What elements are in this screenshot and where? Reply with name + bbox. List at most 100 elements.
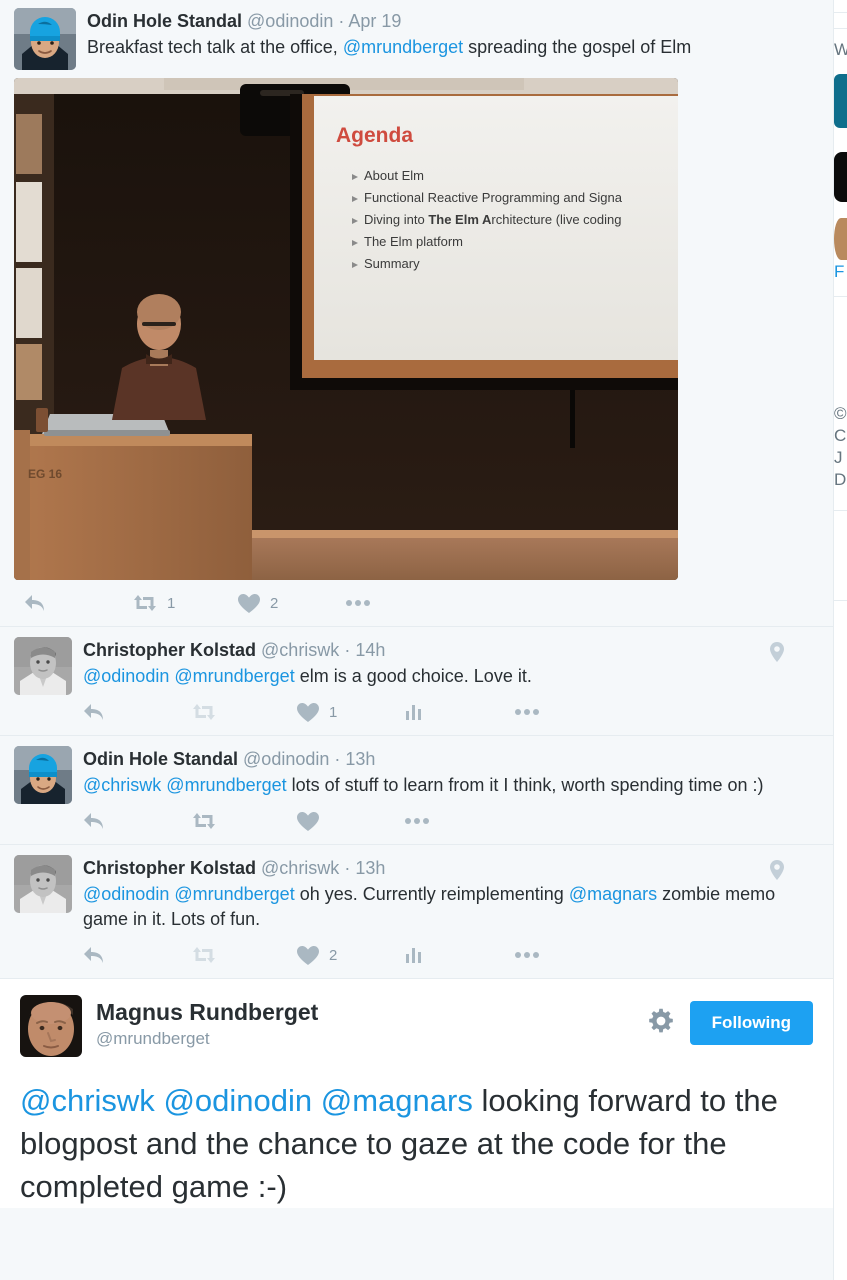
retweet-button[interactable] [191, 945, 296, 965]
author-handle[interactable]: @odinodin [243, 749, 329, 769]
sidebar-divider [834, 28, 847, 29]
header-separator: · [338, 11, 345, 31]
footer-fragment[interactable]: C [834, 426, 846, 446]
like-count: 1 [329, 703, 338, 721]
like-button[interactable]: 1 [296, 702, 404, 723]
slide-bullet: The Elm platform [364, 234, 463, 249]
tweet-actions: 1 [83, 689, 819, 735]
timestamp[interactable]: 13h [345, 749, 375, 769]
mention-link[interactable]: @chriswk [83, 775, 161, 795]
author-name[interactable]: Odin Hole Standal [87, 11, 242, 31]
heart-icon [297, 702, 319, 722]
mention-link[interactable]: @odinodin [83, 884, 169, 904]
tweet-text: @chriswk @mrundberget lots of stuff to l… [83, 775, 764, 795]
like-button[interactable]: 2 [237, 593, 345, 614]
author-handle[interactable]: @chriswk [261, 858, 339, 878]
footer-fragment: © [834, 404, 847, 423]
tweet-text: @odinodin @mrundberget elm is a good cho… [83, 666, 532, 686]
mention-link[interactable]: @odinodin [83, 666, 169, 686]
suggested-user-avatar[interactable] [834, 218, 847, 260]
reply-icon [84, 813, 103, 829]
location-pin-icon[interactable] [769, 859, 785, 886]
heart-icon [238, 593, 260, 613]
like-button[interactable] [296, 811, 404, 832]
avatar[interactable] [20, 995, 82, 1057]
tweet-photo[interactable]: Agenda About Elm Functional Reactive Pro… [14, 78, 678, 580]
author-handle[interactable]: @chriswk [261, 640, 339, 660]
retweet-button[interactable] [191, 811, 296, 831]
footer-fragment[interactable]: D [834, 470, 846, 490]
tweet-header: Christopher Kolstad @chriswk · 13h [83, 857, 819, 879]
mention-link[interactable]: @mrundberget [174, 666, 294, 686]
more-dots-icon [346, 600, 370, 606]
analytics-button[interactable] [404, 703, 514, 721]
mention-link[interactable]: @magnars [321, 1083, 473, 1118]
focused-tweet-text: @chriswk @odinodin @magnars looking forw… [20, 1083, 778, 1204]
slide-bullet: Diving into The Elm Architecture (live c… [364, 212, 621, 227]
retweet-icon [193, 947, 215, 963]
more-dots-icon [515, 709, 539, 715]
right-sidebar-sliver: W F © C J D [833, 0, 847, 1280]
tweet-actions: 1 2 [14, 580, 819, 626]
tweet-actions [83, 798, 819, 844]
more-dots-icon [515, 952, 539, 958]
timestamp[interactable]: 13h [355, 858, 385, 878]
reply-button[interactable] [83, 811, 191, 831]
analytics-button[interactable] [404, 946, 514, 964]
more-button[interactable] [514, 951, 540, 959]
retweet-button[interactable] [191, 702, 296, 722]
author-handle[interactable]: @mrundberget [96, 1027, 648, 1051]
avatar[interactable] [14, 746, 72, 804]
tweet-actions: 2 [83, 932, 819, 978]
tweet-item[interactable]: Christopher Kolstad @chriswk · 14h @odin… [0, 626, 833, 735]
tweet-item[interactable]: Christopher Kolstad @chriswk · 13h @odin… [0, 844, 833, 978]
footer-fragment[interactable]: J [834, 448, 843, 468]
tweet-item[interactable]: Odin Hole Standal @odinodin · 13h @chris… [0, 735, 833, 844]
focused-tweet: Magnus Rundberget @mrundberget Following… [0, 978, 833, 1208]
account-thumbnail[interactable] [834, 152, 847, 202]
more-button[interactable] [345, 599, 371, 607]
timestamp[interactable]: Apr 19 [348, 11, 401, 31]
timestamp[interactable]: 14h [355, 640, 385, 660]
author-name[interactable]: Christopher Kolstad [83, 640, 256, 660]
reply-button[interactable] [83, 702, 191, 722]
promoted-card-thumbnail[interactable] [834, 74, 847, 128]
location-pin-icon[interactable] [769, 641, 785, 668]
avatar[interactable] [14, 637, 72, 695]
author-handle[interactable]: @odinodin [247, 11, 333, 31]
heart-icon [297, 945, 319, 965]
author-name[interactable]: Christopher Kolstad [83, 858, 256, 878]
mention-link[interactable]: @odinodin [163, 1083, 312, 1118]
sidebar-divider [834, 296, 847, 297]
mention-link[interactable]: @mrundberget [166, 775, 286, 795]
retweet-button[interactable]: 1 [132, 593, 237, 613]
sidebar-divider [834, 510, 847, 511]
more-button[interactable] [404, 817, 430, 825]
following-button[interactable]: Following [689, 1001, 813, 1045]
reply-icon [84, 704, 103, 720]
author-name[interactable]: Magnus Rundberget [96, 998, 648, 1026]
analytics-bar-icon [406, 948, 421, 963]
mention-link[interactable]: @chriswk [20, 1083, 155, 1118]
mention-link[interactable]: @magnars [569, 884, 657, 904]
reply-button[interactable] [83, 945, 191, 965]
avatar[interactable] [14, 8, 76, 70]
sidebar-follow-link-fragment[interactable]: F [834, 262, 844, 282]
tweet-item[interactable]: Odin Hole Standal @odinodin · Apr 19 Bre… [0, 0, 833, 626]
conversation-timeline: Odin Hole Standal @odinodin · Apr 19 Bre… [0, 0, 833, 1280]
room-label: EG 16 [28, 467, 62, 481]
reply-icon [84, 947, 103, 963]
reply-button[interactable] [24, 593, 132, 613]
tweet-text: Breakfast tech talk at the office, @mrun… [87, 37, 692, 57]
like-count: 2 [329, 946, 338, 964]
more-button[interactable] [514, 708, 540, 716]
avatar[interactable] [14, 855, 72, 913]
tweet-text: @odinodin @mrundberget oh yes. Currently… [83, 884, 776, 929]
sidebar-divider [834, 600, 847, 601]
gear-icon[interactable] [648, 1008, 674, 1039]
like-button[interactable]: 2 [296, 945, 404, 966]
mention-link[interactable]: @mrundberget [174, 884, 294, 904]
mention-link[interactable]: @mrundberget [343, 37, 463, 57]
tweet-header: Odin Hole Standal @odinodin · Apr 19 [87, 10, 819, 32]
author-name[interactable]: Odin Hole Standal [83, 749, 238, 769]
